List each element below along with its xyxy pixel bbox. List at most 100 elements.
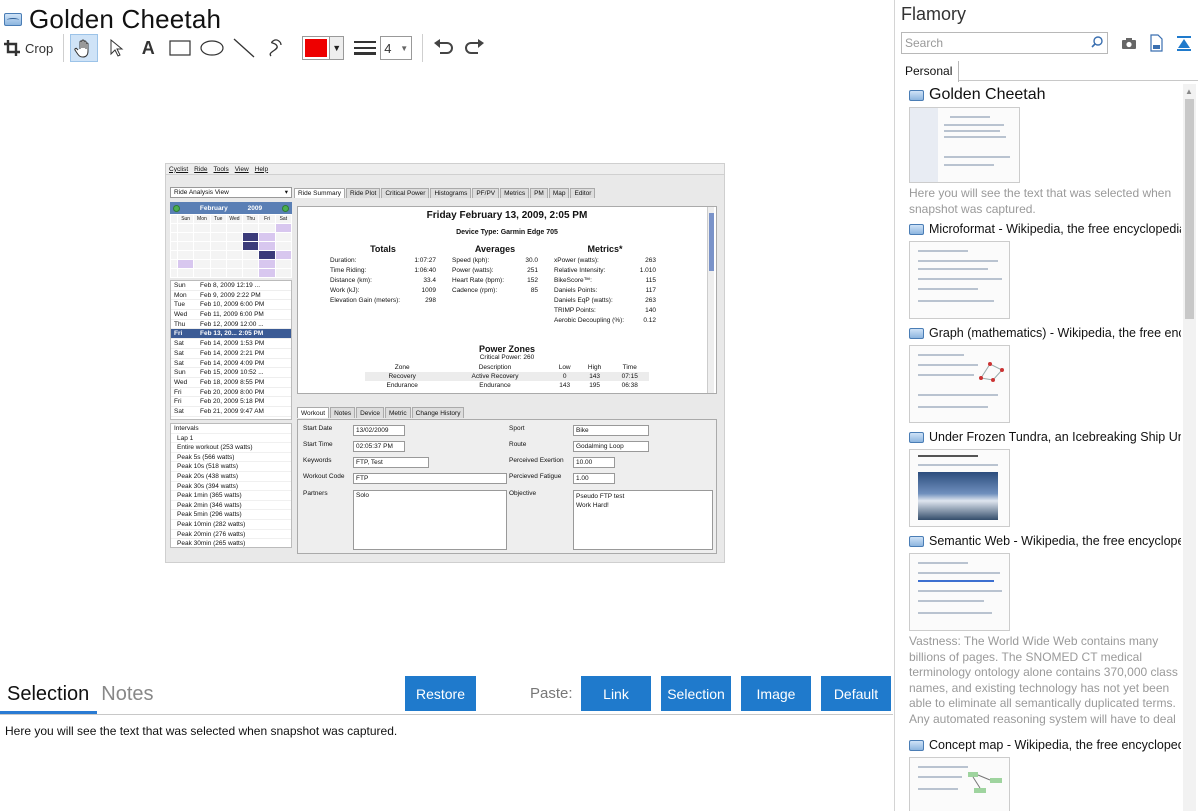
paste-image-button[interactable]: Image	[741, 676, 811, 711]
gc-averages-rows: Speed (kph): 30.0 Power (watts): 251 Heart R…	[452, 256, 538, 296]
gc-ride-row: Wed Feb 18, 2009 8:55 PM	[171, 378, 291, 388]
gc-lower-tab: Workout	[297, 407, 330, 418]
snapshot-item[interactable]: Microformat - Wikipedia, the free encycl…	[909, 220, 1181, 319]
gc-ride-time: 10:52 ...	[240, 369, 264, 377]
text-tool-icon: A	[141, 37, 155, 58]
crop-button[interactable]: Crop	[4, 34, 53, 62]
gc-interval-row: Lap 1	[171, 434, 291, 444]
tab-personal[interactable]: Personal	[901, 61, 959, 82]
gc-power-zones-table: Zone Description Low High Time Recovery Activ…	[365, 363, 649, 390]
gc-lower-tabs: Workout Notes Device Metric Change History	[297, 407, 465, 418]
scrollbar-thumb[interactable]	[1185, 99, 1194, 319]
gc-average-row-key: Speed (kph):	[452, 257, 490, 264]
cal-day-name: Sun	[178, 215, 194, 223]
snapshot-description: Vastness: The World Wide Web contains ma…	[909, 634, 1178, 728]
snapshot-icon	[909, 327, 924, 339]
paste-selection-button[interactable]: Selection	[661, 676, 731, 711]
cal-cell	[243, 251, 259, 259]
thumbnail-line	[950, 116, 990, 118]
gc-metrics-rows: xPower (watts): 263 Relative Intensity: 1.0…	[554, 256, 656, 326]
gc-menu-item: Cyclist	[169, 165, 189, 173]
snapshot-item[interactable]: Under Frozen Tundra, an Icebreaking Ship…	[909, 428, 1181, 527]
gc-total-row-key: Time Riding:	[330, 267, 367, 274]
gc-metric-row: TRIMP Points: 140	[554, 306, 656, 316]
freehand-tool-button[interactable]	[262, 34, 290, 62]
snapshot-thumbnail	[909, 107, 1020, 183]
gc-fatigue-field: 1.00	[573, 473, 615, 484]
gc-ride-time: 6:00 PM	[240, 301, 265, 309]
paste-default-button[interactable]: Default	[821, 676, 891, 711]
snapshot-description: Here you will see the text that was sele…	[909, 186, 1172, 216]
gc-interval-rows: Lap 1 Entire workout (253 watts) Peak 5s (…	[171, 434, 291, 547]
stroke-width-button[interactable]: 4 ▼	[354, 34, 413, 62]
cal-cell	[259, 260, 275, 268]
redo-button[interactable]	[461, 34, 489, 62]
search-input[interactable]: Search	[901, 32, 1108, 54]
gc-tab: Metrics	[500, 188, 530, 198]
ellipse-tool-button[interactable]	[198, 34, 226, 62]
freehand-icon	[269, 39, 282, 57]
gc-interval-row: Peak 5min (296 watts)	[171, 510, 291, 520]
snapshot-item[interactable]: Golden Cheetah Here you will see the tex…	[909, 86, 1181, 217]
gc-interval-row: Peak 1min (365 watts)	[171, 491, 291, 501]
gc-summary-scrollbar	[707, 207, 714, 393]
cal-cell	[194, 242, 210, 250]
gc-ride-day: Sun	[174, 282, 186, 289]
gc-metric-row-value: 117	[645, 287, 656, 294]
gc-metric-row-value: 263	[645, 257, 656, 264]
gc-zone-header: High	[587, 364, 602, 371]
cal-week	[171, 224, 177, 232]
gc-ride-date: Feb 12, 2009	[200, 320, 239, 328]
cal-cell	[226, 260, 243, 268]
document-icon[interactable]	[1148, 34, 1164, 52]
stroke-width-value: 4	[384, 40, 392, 56]
selection-text[interactable]: Here you will see the text that was sele…	[5, 724, 397, 738]
snapshot-item[interactable]: Concept map - Wikipedia, the free encycl…	[909, 736, 1181, 811]
gc-zone-cell: 0	[550, 372, 579, 381]
rectangle-tool-button[interactable]	[166, 34, 194, 62]
gc-total-row-value: 298	[425, 297, 436, 304]
search-icon[interactable]	[1091, 36, 1103, 48]
snapshot-header: Graph (mathematics) - Wikipedia, the fre…	[909, 324, 1181, 342]
snapshot-item[interactable]: Semantic Web - Wikipedia, the free encyc…	[909, 532, 1181, 728]
select-tool-button[interactable]	[102, 34, 130, 62]
gc-ride-day: Fri	[174, 398, 182, 406]
tab-selection[interactable]: Selection	[7, 683, 89, 706]
stroke-width-select[interactable]: 4 ▼	[380, 36, 413, 60]
captured-screenshot[interactable]: Cyclist Ride Tools View Help Ride Analys…	[165, 163, 725, 563]
cal-cell	[178, 242, 194, 250]
gc-ride-day: Wed	[174, 378, 188, 386]
paste-link-button[interactable]: Link	[581, 676, 651, 711]
gc-ride-datetime: Feb 20, 2009 5:18 PM	[200, 397, 291, 406]
snapshot-header: Under Frozen Tundra, an Icebreaking Ship…	[909, 428, 1181, 446]
text-tool-button[interactable]: A	[134, 34, 162, 62]
snapshot-thumbnail	[909, 449, 1010, 527]
cal-day-name: Wed	[226, 215, 243, 223]
sidebar-scrollbar[interactable]: ▲	[1183, 84, 1196, 811]
ellipse-icon	[200, 40, 224, 56]
line-tool-button[interactable]	[230, 34, 258, 62]
snapshot-title: Golden Cheetah	[929, 86, 1046, 103]
gc-workout-form: Start Date 13/02/2009 Start Time 02:05:3…	[297, 419, 717, 554]
snapshot-editor: Golden Cheetah Crop A ▼ 4 ▼ Cyclist Ride…	[0, 0, 895, 811]
tab-notes[interactable]: Notes	[101, 683, 153, 706]
gc-ride-row: Mon Feb 9, 2009 2:22 PM	[171, 291, 291, 301]
camera-icon[interactable]	[1121, 34, 1137, 52]
gc-zone-row: Recovery Active Recovery 0 143 07:15	[365, 372, 649, 381]
undo-button[interactable]	[429, 34, 457, 62]
title-row: Golden Cheetah	[4, 4, 221, 34]
cal-week	[171, 269, 177, 277]
gc-workout-code-label: Workout Code	[303, 473, 345, 480]
restore-button[interactable]: Restore	[405, 676, 476, 711]
gc-objective-label: Objective	[509, 490, 537, 497]
paste-label: Paste:	[530, 685, 573, 702]
snapshot-item[interactable]: Graph (mathematics) - Wikipedia, the fre…	[909, 324, 1181, 423]
color-picker[interactable]: ▼	[302, 36, 345, 60]
scroll-up-icon[interactable]: ▲	[1185, 87, 1193, 96]
gc-ride-row: Sat Feb 14, 2009 4:09 PM	[171, 359, 291, 369]
gc-zone-cell: Active Recovery	[439, 372, 551, 381]
collapse-icon[interactable]	[1176, 34, 1192, 52]
thumbnail-sidebar	[910, 108, 938, 182]
thumbnail-line	[918, 600, 984, 602]
hand-tool-button[interactable]	[70, 34, 99, 62]
